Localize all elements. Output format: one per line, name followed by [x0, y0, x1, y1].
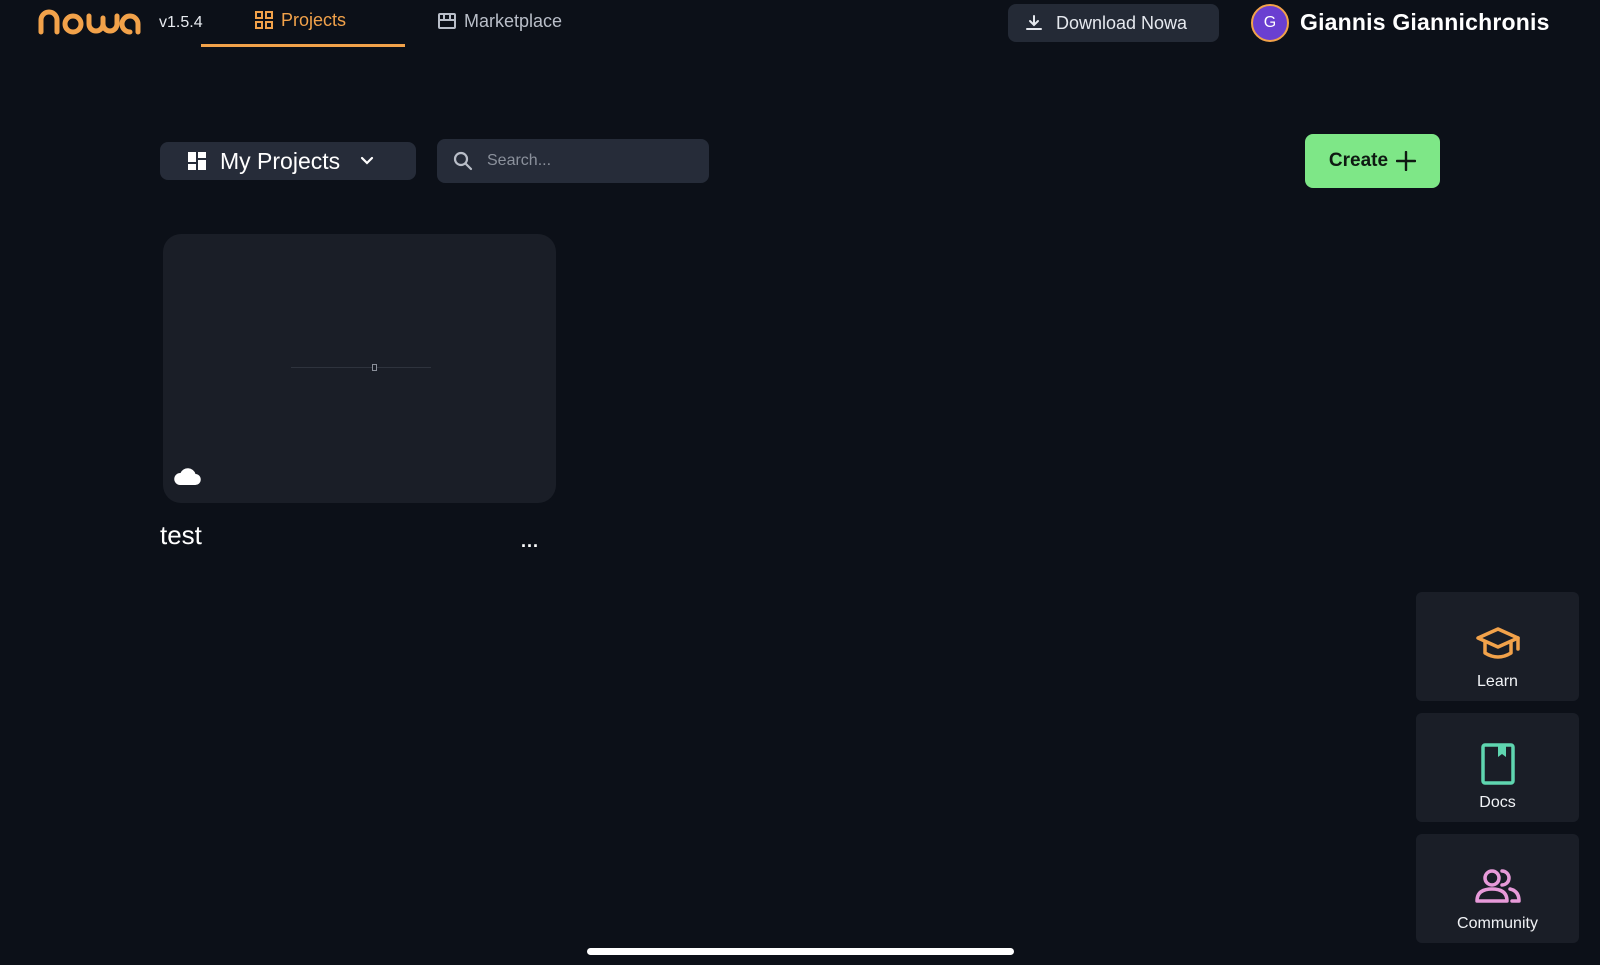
avatar-initial: G — [1263, 14, 1277, 31]
community-label: Community — [1457, 915, 1538, 932]
download-label: Download Nowa — [1056, 12, 1188, 33]
search-input[interactable] — [487, 152, 687, 170]
projects-filter-dropdown[interactable]: My Projects — [160, 142, 416, 180]
learn-card[interactable]: Learn — [1416, 592, 1579, 701]
store-icon — [438, 13, 456, 29]
graduation-cap-icon — [1475, 627, 1520, 659]
avatar[interactable]: G — [1251, 4, 1289, 42]
user-name[interactable]: Giannis Giannichronis — [1300, 9, 1550, 36]
version-label: v1.5.4 — [159, 14, 203, 31]
nowa-logo[interactable] — [37, 6, 143, 36]
book-icon — [1480, 743, 1515, 785]
project-card[interactable] — [163, 234, 556, 503]
docs-label: Docs — [1479, 794, 1516, 811]
tab-marketplace[interactable]: Marketplace — [438, 0, 562, 46]
plus-icon — [1396, 151, 1417, 171]
cloud-icon — [174, 468, 201, 486]
learn-label: Learn — [1477, 673, 1518, 690]
search-box[interactable] — [437, 139, 709, 183]
project-preview-line — [291, 367, 431, 368]
app-root: v1.5.4 Projects Marketplace Download Now… — [0, 0, 1600, 965]
tab-marketplace-label: Marketplace — [464, 10, 563, 31]
dashboard-icon — [188, 152, 206, 170]
download-icon — [1026, 15, 1042, 30]
create-button[interactable]: Create — [1305, 134, 1440, 188]
project-preview-thumbnail — [372, 364, 377, 371]
home-indicator[interactable] — [587, 948, 1014, 955]
community-card[interactable]: Community — [1416, 834, 1579, 943]
projects-filter-label: My Projects — [220, 147, 341, 174]
tab-projects-label: Projects — [281, 9, 347, 30]
project-more-button[interactable]: ... — [521, 532, 539, 550]
create-label: Create — [1328, 150, 1389, 171]
project-name[interactable]: test — [160, 520, 202, 551]
tab-projects[interactable]: Projects — [201, 0, 405, 47]
docs-card[interactable]: Docs — [1416, 713, 1579, 822]
grid-icon — [255, 11, 273, 29]
download-button[interactable]: Download Nowa — [1008, 4, 1219, 42]
chevron-down-icon — [361, 156, 374, 165]
search-icon — [453, 151, 473, 171]
users-icon — [1474, 869, 1521, 903]
